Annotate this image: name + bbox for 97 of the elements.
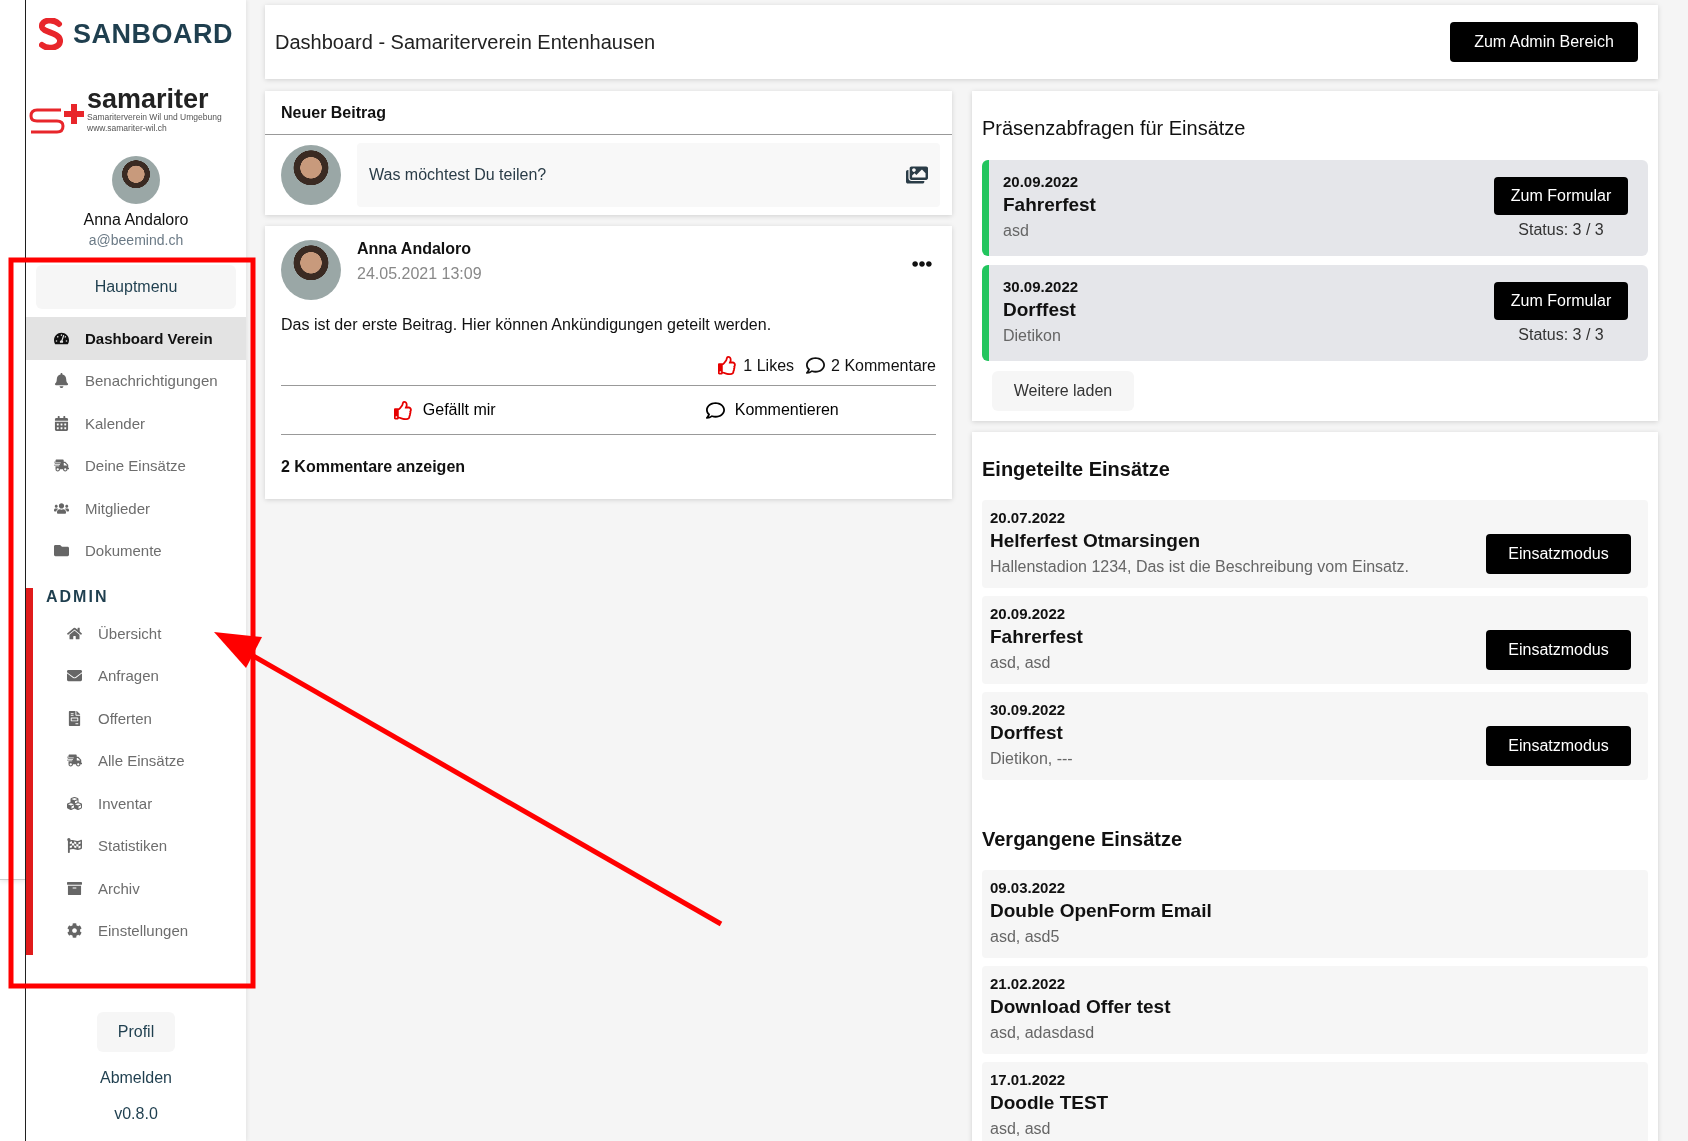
- menu-item[interactable]: Dashboard Verein: [26, 317, 246, 360]
- home-icon: [66, 625, 82, 641]
- version-label: v0.8.0: [114, 1104, 158, 1124]
- post-date: 24.05.2021 13:09: [357, 264, 483, 284]
- event-place: Dietikon, ---: [990, 749, 1074, 769]
- form-button[interactable]: Zum Formular: [1494, 177, 1628, 215]
- event-date: 17.01.2022: [990, 1070, 1067, 1090]
- status-text: Status: 3 / 3: [1518, 326, 1604, 344]
- truck-icon: [53, 458, 69, 474]
- menu-item[interactable]: Statistiken: [35, 824, 178, 867]
- section-heading: ADMIN: [46, 587, 109, 607]
- images-icon[interactable]: [906, 164, 928, 186]
- envelope-icon: [66, 668, 82, 684]
- event-date: 20.09.2022: [990, 604, 1067, 624]
- event-name: Dorffest: [1003, 298, 1077, 322]
- people-icon: [53, 500, 69, 516]
- cubes-icon: [66, 795, 82, 811]
- user-email: a@beemind.ch: [88, 231, 184, 250]
- likes-count: 1 Likes: [743, 356, 795, 375]
- document-icon: [66, 710, 82, 726]
- menu-item[interactable]: Anfragen: [35, 654, 169, 697]
- calendar-icon: [53, 415, 69, 431]
- menu-item[interactable]: Archiv: [35, 867, 150, 910]
- status-text: Status: 3 / 3: [1518, 221, 1604, 239]
- menu-item[interactable]: Inventar: [35, 782, 163, 825]
- deployment-mode-button[interactable]: Einsatzmodus: [1486, 726, 1631, 766]
- menu-item[interactable]: Dokumente: [26, 529, 246, 572]
- card-title: Präsenzabfragen für Einsätze: [982, 116, 1247, 141]
- deployment-mode-button[interactable]: Einsatzmodus: [1486, 630, 1631, 670]
- event-name: Fahrerfest: [1003, 193, 1097, 217]
- thumbs-up-icon: [718, 356, 738, 375]
- comment-button[interactable]: Kommentieren: [608, 386, 936, 434]
- form-button[interactable]: Zum Formular: [1494, 282, 1628, 320]
- avatar: [281, 145, 341, 205]
- menu-item[interactable]: Offerten: [35, 697, 162, 740]
- post-input-field[interactable]: Was möchtest Du teilen?: [367, 165, 906, 185]
- organization-subtitle: Samariterverein Wil und Umgebung: [87, 112, 222, 123]
- gauge-icon: [53, 330, 69, 346]
- archive-box-icon: [66, 880, 82, 896]
- organization-name: samariter: [87, 86, 209, 112]
- admin-area-button[interactable]: Zum Admin Bereich: [1450, 22, 1638, 62]
- menu-item[interactable]: Übersicht: [35, 612, 172, 655]
- logo-icon: [39, 18, 63, 50]
- event-name: Fahrerfest: [990, 625, 1084, 649]
- event-place: asd, asd: [990, 1119, 1052, 1139]
- menu-item[interactable]: Alle Einsätze: [35, 739, 195, 782]
- event-place: asd, asd: [990, 653, 1052, 673]
- card-title: Eingeteilte Einsätze: [982, 457, 1171, 482]
- event-name: Double OpenForm Email: [990, 899, 1213, 923]
- event-place: Hallenstadion 1234, Das ist die Beschreibung vom Einsatz.: [990, 557, 1410, 577]
- load-more-button[interactable]: Weitere laden: [992, 371, 1134, 411]
- show-comments-link[interactable]: 2 Kommentare anzeigen: [265, 435, 952, 499]
- comments-count: 2 Kommentare: [831, 356, 936, 375]
- organization-url: www.samariter-wil.ch: [87, 123, 168, 134]
- logout-link[interactable]: Abmelden: [99, 1060, 172, 1096]
- like-button[interactable]: Gefällt mir: [281, 386, 609, 434]
- settings-icon: [66, 923, 82, 939]
- event-date: 30.09.2022: [1003, 277, 1080, 297]
- event-date: 20.07.2022: [990, 508, 1067, 528]
- event-place: asd, asd5: [990, 927, 1061, 947]
- truck-icon: [66, 753, 82, 769]
- event-place: asd: [1003, 221, 1030, 241]
- folder-icon: [53, 543, 69, 559]
- main-menu-button[interactable]: Hauptmenu: [36, 265, 236, 309]
- card-title: Vergangene Einsätze: [982, 827, 1184, 852]
- menu-item[interactable]: Deine Einsätze: [26, 444, 246, 487]
- avatar: [112, 156, 160, 204]
- event-date: 21.02.2022: [990, 974, 1067, 994]
- card-title: Neuer Beitrag: [265, 91, 952, 135]
- post-author: Anna Andaloro: [357, 239, 473, 259]
- menu-item[interactable]: Einstellungen: [35, 909, 199, 952]
- event-name: Doodle TEST: [990, 1091, 1110, 1115]
- event-name: Helferfest Otmarsingen: [990, 529, 1202, 553]
- bell-icon: [53, 373, 69, 389]
- event-place: asd, adasdasd: [990, 1023, 1096, 1043]
- event-name: Download Offer test: [990, 995, 1172, 1019]
- comment-icon: [806, 356, 826, 375]
- deployment-mode-button[interactable]: Einsatzmodus: [1486, 534, 1631, 574]
- checkered-flag-icon: [66, 838, 82, 854]
- event-date: 09.03.2022: [990, 878, 1067, 898]
- menu-item[interactable]: Mitglieder: [26, 487, 246, 530]
- post-text: Das ist der erste Beitrag. Hier können Ankündigungen geteilt werden.: [281, 315, 773, 335]
- page-title: Dashboard - Samariterverein Entenhausen: [275, 30, 656, 54]
- event-date: 30.09.2022: [990, 700, 1067, 720]
- event-date: 20.09.2022: [1003, 172, 1080, 192]
- profile-button[interactable]: Profil: [97, 1012, 175, 1052]
- organization-logo-icon: [29, 102, 85, 134]
- brand-name: SANBOARD: [73, 18, 233, 50]
- menu-item[interactable]: Kalender: [26, 402, 246, 445]
- event-place: Dietikon: [1003, 326, 1062, 346]
- thumbs-up-icon: [393, 400, 413, 420]
- comment-icon: [705, 400, 725, 420]
- user-name: Anna Andaloro: [83, 210, 189, 230]
- event-name: Dorffest: [990, 721, 1064, 745]
- post-field[interactable]: Was möchtest Du teilen?: [357, 143, 940, 207]
- avatar: [281, 240, 341, 300]
- menu-item[interactable]: Benachrichtigungen: [26, 359, 246, 402]
